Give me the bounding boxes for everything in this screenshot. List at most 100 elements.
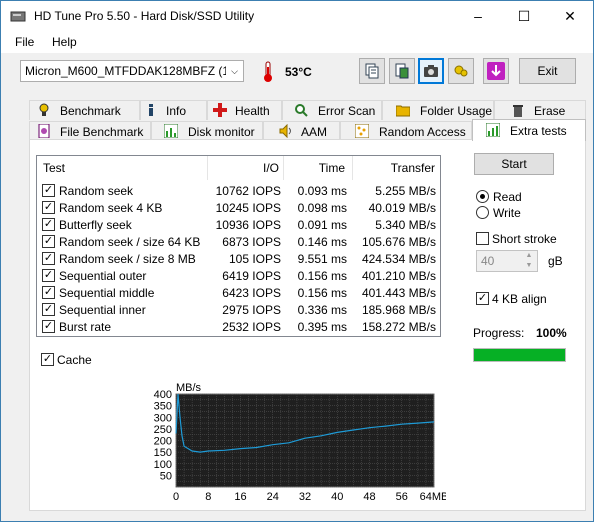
spin-up-icon[interactable]: ▲: [521, 251, 537, 261]
extra-tests-panel: Test I/O Time Transfer ✓ Random seek 10762…: [29, 139, 586, 511]
tab-info[interactable]: Info: [140, 100, 207, 120]
test-checkbox[interactable]: ✓: [42, 252, 55, 265]
col-header-time[interactable]: Time: [283, 156, 345, 180]
y-tick-label: 300: [154, 412, 172, 424]
options-icon: [454, 65, 468, 77]
options-button[interactable]: [448, 58, 474, 84]
y-tick-label: 50: [160, 470, 172, 482]
test-checkbox[interactable]: ✓: [42, 303, 55, 316]
tab-aam[interactable]: AAM: [263, 121, 340, 141]
tab-health-label: Health: [235, 104, 270, 118]
align-checkbox[interactable]: ✓: [476, 292, 489, 305]
download-icon: [487, 62, 505, 80]
table-row[interactable]: ✓ Burst rate 2532 IOPS 0.395 ms 158.272 MB/s: [37, 319, 440, 336]
save-icon: [395, 63, 409, 79]
tab-row-top: Benchmark Info Health Error Scan Folder …: [29, 100, 586, 120]
table-row[interactable]: ✓ Random seek / size 8 MB 105 IOPS 9.551 ms…: [37, 251, 440, 268]
test-checkbox[interactable]: ✓: [42, 184, 55, 197]
maximize-button[interactable]: ☐: [501, 1, 547, 31]
test-checkbox[interactable]: ✓: [42, 218, 55, 231]
transfer-value: 105.676 MB/s: [361, 235, 436, 249]
test-checkbox[interactable]: ✓: [42, 269, 55, 282]
check-icon: ✓: [43, 320, 54, 332]
read-radio[interactable]: [476, 190, 489, 203]
minimize-button[interactable]: –: [455, 1, 501, 31]
x-tick-label: 48: [363, 491, 375, 502]
tab-error-scan-label: Error Scan: [318, 104, 376, 118]
transfer-value: 185.968 MB/s: [361, 303, 436, 317]
y-tick-label: 150: [154, 447, 172, 459]
speaker-icon: [279, 124, 291, 138]
x-tick-label: 56: [396, 491, 408, 502]
folder-icon: [396, 105, 410, 117]
tab-file-benchmark-label: File Benchmark: [60, 125, 144, 139]
time-value: 0.336 ms: [297, 303, 347, 317]
short-stroke-checkbox[interactable]: [476, 232, 489, 245]
test-name: Burst rate: [59, 320, 112, 334]
y-tick-label: 100: [154, 459, 172, 471]
short-stroke-unit: gB: [548, 254, 563, 268]
short-stroke-spinner[interactable]: 40 ▲ ▼: [476, 250, 538, 272]
tab-extra-tests[interactable]: Extra tests: [472, 119, 586, 141]
progress-label: Progress:: [473, 326, 525, 340]
col-header-test[interactable]: Test: [43, 156, 65, 180]
time-value: 0.098 ms: [297, 201, 347, 215]
test-checkbox[interactable]: ✓: [42, 235, 55, 248]
maximize-icon: ☐: [517, 8, 531, 24]
save-button[interactable]: [389, 58, 415, 84]
menu-file[interactable]: File: [15, 35, 34, 49]
copy-info-icon: [365, 63, 379, 79]
x-tick-label: 32: [299, 491, 311, 502]
menu-help[interactable]: Help: [52, 35, 77, 49]
start-button[interactable]: Start: [474, 153, 554, 175]
download-button[interactable]: [483, 58, 509, 84]
tab-file-benchmark[interactable]: File Benchmark: [29, 121, 151, 141]
table-row[interactable]: ✓ Butterfly seek 10936 IOPS 0.091 ms 5.340 M…: [37, 217, 440, 234]
tab-error-scan[interactable]: Error Scan: [282, 100, 382, 120]
cache-checkbox[interactable]: ✓: [41, 353, 54, 366]
random-access-icon: [355, 124, 369, 138]
time-value: 0.146 ms: [297, 235, 347, 249]
close-button[interactable]: ✕: [547, 1, 593, 31]
tab-benchmark[interactable]: Benchmark: [29, 100, 140, 120]
test-name: Sequential outer: [59, 269, 147, 283]
test-name: Random seek 4 KB: [59, 201, 163, 215]
write-radio[interactable]: [476, 206, 489, 219]
col-header-io[interactable]: I/O: [207, 156, 279, 180]
test-checkbox[interactable]: ✓: [42, 320, 55, 333]
test-checkbox[interactable]: ✓: [42, 286, 55, 299]
tab-erase[interactable]: Erase: [494, 100, 586, 120]
table-row[interactable]: ✓ Random seek / size 64 KB 6873 IOPS 0.146 …: [37, 234, 440, 251]
io-value: 2532 IOPS: [222, 320, 281, 334]
tab-folder-usage[interactable]: Folder Usage: [382, 100, 494, 120]
x-tick-label: 24: [267, 491, 279, 502]
screenshot-button[interactable]: [418, 58, 444, 84]
table-row[interactable]: ✓ Random seek 10762 IOPS 0.093 ms 5.255 MB/s: [37, 183, 440, 200]
tab-random-access[interactable]: Random Access: [340, 121, 472, 141]
col-header-transfer[interactable]: Transfer: [352, 156, 435, 180]
io-value: 6423 IOPS: [222, 286, 281, 300]
tab-info-label: Info: [166, 104, 187, 118]
test-checkbox[interactable]: ✓: [42, 201, 55, 214]
results-table: Test I/O Time Transfer ✓ Random seek 10762…: [36, 155, 441, 337]
copy-info-button[interactable]: [359, 58, 385, 84]
exit-button[interactable]: Exit: [519, 58, 576, 84]
drive-select[interactable]: Micron_M600_MTFDDAK128MBFZ (128 g ⌵: [20, 60, 244, 82]
io-value: 105 IOPS: [228, 252, 281, 266]
transfer-value: 158.272 MB/s: [361, 320, 436, 334]
x-tick-label: 16: [234, 491, 246, 502]
tab-health[interactable]: Health: [207, 100, 282, 120]
transfer-chart: 400350300250200150100500 8 16 24 32 40 48 56 64M…: [146, 377, 446, 502]
read-label: Read: [493, 190, 522, 204]
test-name: Random seek: [59, 184, 134, 198]
table-row[interactable]: ✓ Sequential inner 2975 IOPS 0.336 ms 185.96…: [37, 302, 440, 319]
check-icon: ✓: [43, 201, 54, 213]
table-row[interactable]: ✓ Random seek 4 KB 10245 IOPS 0.098 ms 40.01…: [37, 200, 440, 217]
tab-extra-tests-label: Extra tests: [510, 124, 567, 138]
spin-down-icon[interactable]: ▼: [521, 261, 537, 271]
table-row[interactable]: ✓ Sequential outer 6419 IOPS 0.156 ms 401.21…: [37, 268, 440, 285]
test-name: Sequential middle: [59, 286, 155, 300]
table-row[interactable]: ✓ Sequential middle 6423 IOPS 0.156 ms 401.4…: [37, 285, 440, 302]
y-tick-label: 400: [154, 389, 172, 401]
tab-disk-monitor[interactable]: Disk monitor: [151, 121, 263, 141]
